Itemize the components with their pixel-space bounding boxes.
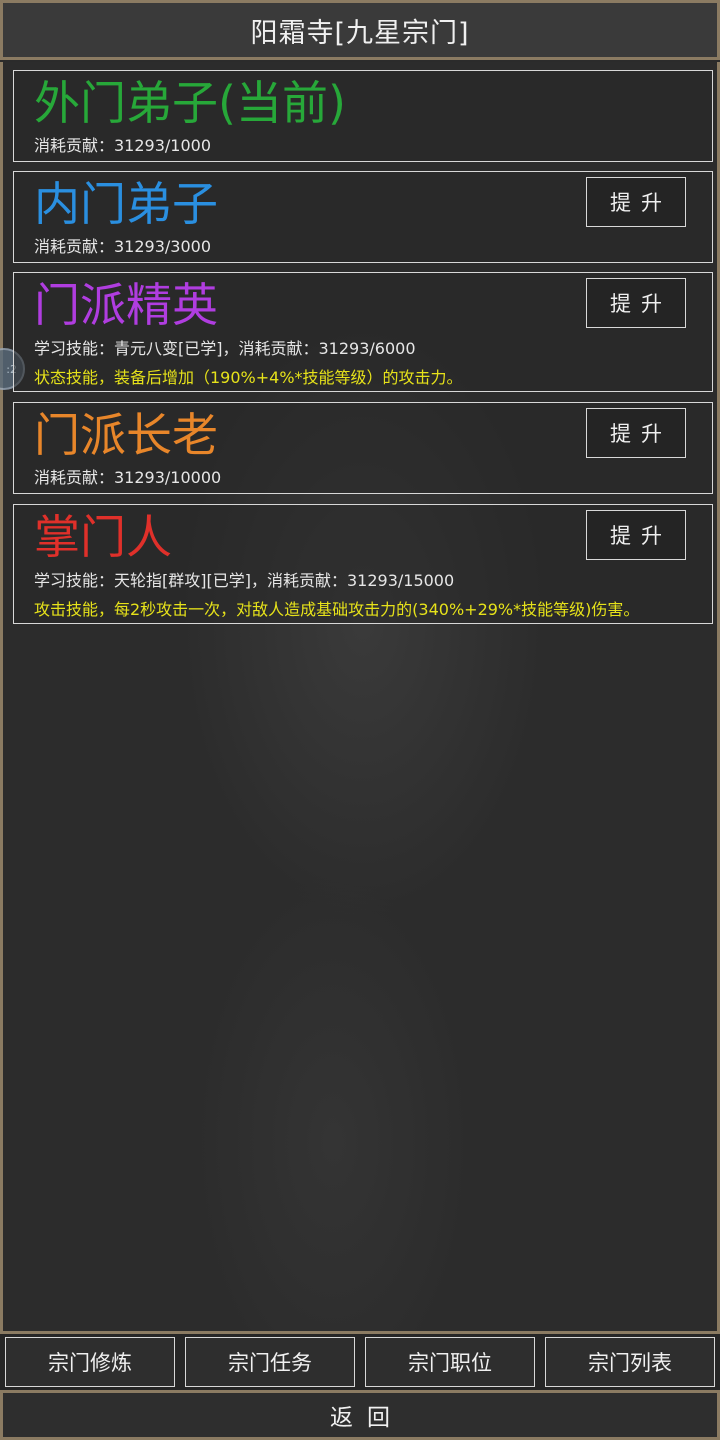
rank-card-sect-leader: 掌门人 学习技能：天轮指[群攻][已学]，消耗贡献：31293/15000 攻击…	[13, 504, 713, 624]
rank-title: 外门弟子(当前)	[34, 76, 346, 130]
tab-sect-cultivation[interactable]: 宗门修炼	[5, 1337, 175, 1387]
rank-cost: 消耗贡献：31293/10000	[34, 468, 222, 487]
promote-button[interactable]: 提升	[586, 408, 686, 458]
title-bar: 阳霜寺[九星宗门]	[0, 0, 720, 60]
rank-cost: 消耗贡献：31293/3000	[34, 237, 212, 256]
rank-title: 掌门人	[34, 510, 172, 564]
rank-card-outer-disciple: 外门弟子(当前) 消耗贡献：31293/1000	[13, 70, 713, 162]
tab-sect-positions[interactable]: 宗门职位	[365, 1337, 535, 1387]
rank-title: 门派长老	[34, 408, 218, 462]
promote-button[interactable]: 提升	[586, 278, 686, 328]
tab-sect-list[interactable]: 宗门列表	[545, 1337, 715, 1387]
tab-sect-tasks[interactable]: 宗门任务	[185, 1337, 355, 1387]
rank-card-sect-elder: 门派长老 消耗贡献：31293/10000 提升	[13, 402, 713, 494]
rank-cost: 学习技能：青元八变[已学]，消耗贡献：31293/6000	[34, 339, 416, 358]
rank-title: 内门弟子	[34, 177, 218, 231]
rank-cost: 消耗贡献：31293/1000	[34, 136, 212, 155]
rank-card-inner-disciple: 内门弟子 消耗贡献：31293/3000 提升	[13, 171, 713, 263]
rank-cost: 学习技能：天轮指[群攻][已学]，消耗贡献：31293/15000	[34, 571, 455, 590]
page-title: 阳霜寺[九星宗门]	[250, 17, 470, 49]
rank-title: 门派精英	[34, 278, 218, 332]
rank-card-sect-elite: 门派精英 学习技能：青元八变[已学]，消耗贡献：31293/6000 状态技能，…	[13, 272, 713, 392]
back-button[interactable]: 返回	[0, 1390, 720, 1440]
skill-description: 攻击技能，每2秒攻击一次，对敌人造成基础攻击力的(340%+29%*技能等级)伤…	[34, 600, 640, 619]
bottom-tabs: 宗门修炼 宗门任务 宗门职位 宗门列表	[0, 1334, 720, 1390]
promote-button[interactable]: 提升	[586, 510, 686, 560]
rank-panel: :2 外门弟子(当前) 消耗贡献：31293/1000 内门弟子 消耗贡献：31…	[0, 62, 720, 1334]
skill-description: 状态技能，装备后增加（190%+4%*技能等级）的攻击力。	[34, 368, 463, 387]
promote-button[interactable]: 提升	[586, 177, 686, 227]
